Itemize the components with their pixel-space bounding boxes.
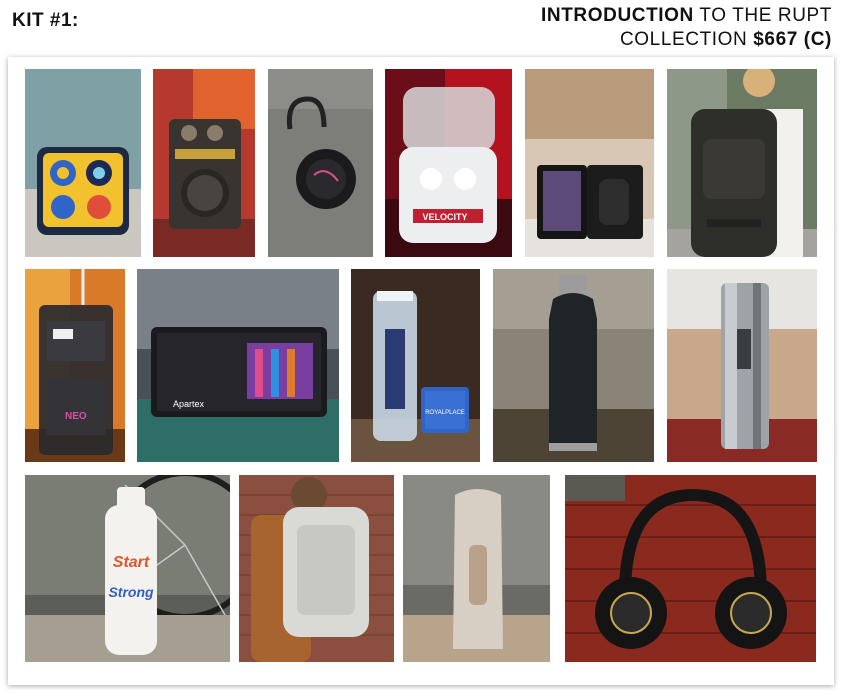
charger-brand-label: Apartex	[173, 399, 205, 409]
intro-bold-text: INTRODUCTION	[541, 5, 694, 26]
product-photo-white-bottle-bike: Start Strong	[25, 475, 230, 662]
product-photo-dual-speaker	[525, 69, 654, 257]
kit-title: KIT #1:	[12, 10, 79, 31]
product-photo-retro-speaker	[153, 69, 255, 257]
product-photo-power-bank: NEO	[25, 269, 125, 462]
product-photo-black-water-bottle	[493, 269, 654, 462]
product-photo-tea-infuser: ROYALPLACE	[351, 269, 480, 462]
product-photo-square-speaker	[25, 69, 141, 257]
product-photo-charging-station: Apartex	[137, 269, 339, 462]
product-photo-backpack-woman	[667, 69, 817, 257]
product-photo-white-backpack	[239, 475, 394, 662]
product-photo-mini-speaker	[268, 69, 373, 257]
collection-text: COLLECTION	[619, 29, 748, 50]
product-photo-steel-tumbler	[667, 269, 817, 462]
earbuds-brand-label: VELOCITY	[422, 212, 467, 222]
price-text: $667 (C)	[753, 29, 832, 50]
product-photo-headphones	[565, 475, 816, 662]
tin-brand-label: ROYALPLACE	[425, 410, 465, 416]
collection-heading: INTRODUCTION TO THE RUPT COLLECTION $667…	[541, 4, 832, 52]
svg-text:NEO: NEO	[65, 411, 87, 422]
product-photo-beige-bottle	[403, 475, 550, 662]
intro-light-text: TO THE RUPT	[699, 5, 832, 26]
product-photo-earbuds-case: VELOCITY	[385, 69, 512, 257]
bottle-print-strong: Strong	[108, 584, 154, 600]
product-collage: VELOCITY NEO Apartex ROYALPLACE Start St…	[8, 57, 834, 685]
bottle-print-start: Start	[113, 554, 150, 571]
